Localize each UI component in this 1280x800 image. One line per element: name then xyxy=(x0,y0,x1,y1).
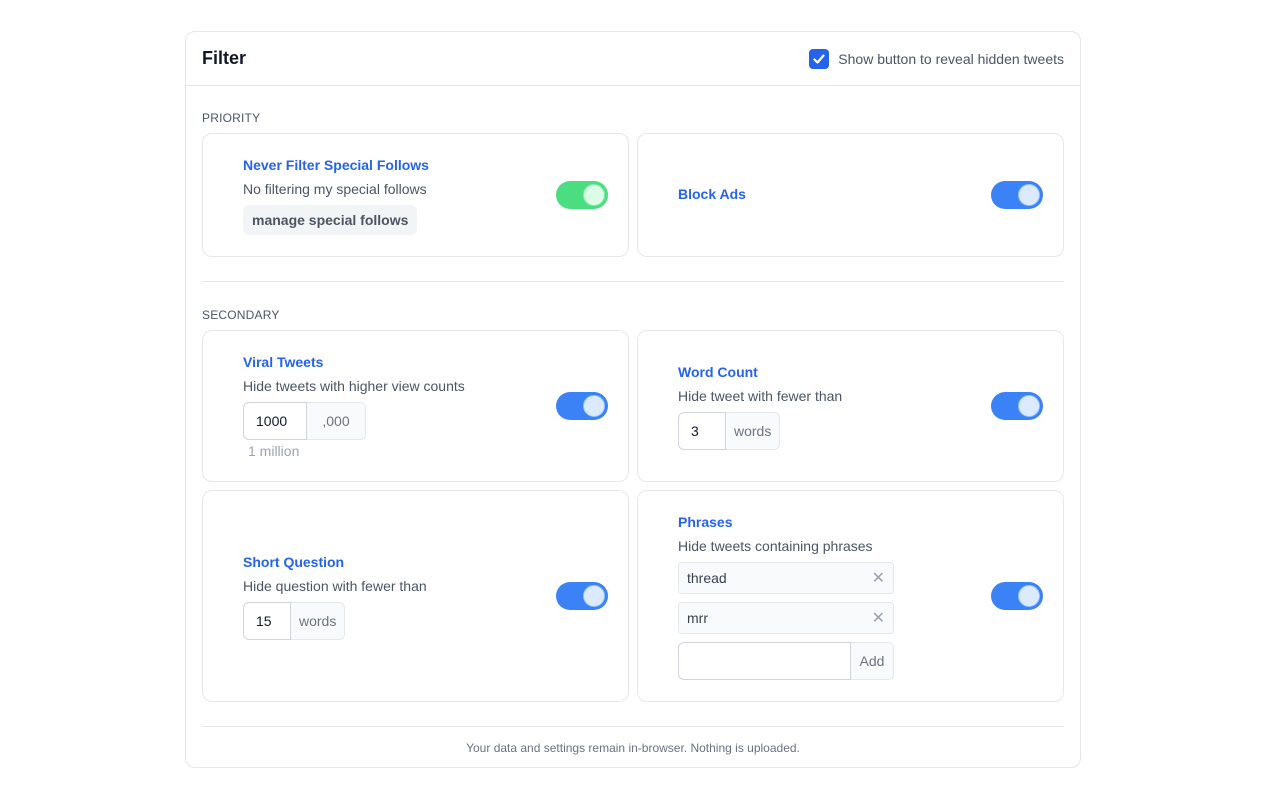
footer-divider xyxy=(202,726,1064,727)
block-ads-toggle[interactable] xyxy=(991,181,1043,209)
add-phrase-group: Add xyxy=(678,642,894,680)
phrase-text: thread xyxy=(687,570,727,586)
viral-tweets-hint: 1 million xyxy=(248,443,300,459)
manage-special-follows-button[interactable]: manage special follows xyxy=(243,205,418,235)
card-word-count: Word Count Hide tweet with fewer than 3 … xyxy=(637,330,1064,482)
special-follows-toggle[interactable] xyxy=(556,181,608,209)
reveal-hidden-tweets-option[interactable]: Show button to reveal hidden tweets xyxy=(809,48,1064,69)
new-phrase-input[interactable] xyxy=(678,642,851,680)
section-divider xyxy=(202,281,1064,282)
short-question-input-group: 15 words xyxy=(243,602,427,640)
short-question-input[interactable]: 15 xyxy=(243,602,291,640)
short-question-suffix: words xyxy=(291,602,346,640)
phrases-title: Phrases xyxy=(678,514,733,530)
add-phrase-button[interactable]: Add xyxy=(851,642,894,680)
phrases-description: Hide tweets containing phrases xyxy=(678,538,873,554)
word-count-input[interactable]: 3 xyxy=(678,412,726,450)
word-count-suffix: words xyxy=(726,412,781,450)
short-question-toggle[interactable] xyxy=(556,582,608,610)
viral-tweets-views-input[interactable]: 1000 xyxy=(243,402,307,440)
viral-tweets-title: Viral Tweets xyxy=(243,354,324,370)
card-special-follows: Never Filter Special Follows No filterin… xyxy=(202,133,629,257)
reveal-hidden-tweets-label: Show button to reveal hidden tweets xyxy=(838,50,1064,67)
short-question-title: Short Question xyxy=(243,554,345,570)
card-short-question: Short Question Hide question with fewer … xyxy=(202,490,629,702)
remove-phrase-icon[interactable]: ✕ xyxy=(872,568,885,588)
viral-tweets-toggle[interactable] xyxy=(556,392,608,420)
section-label-priority: PRIORITY xyxy=(202,111,261,125)
viral-tweets-suffix: ,000 xyxy=(307,402,366,440)
viral-tweets-description: Hide tweets with higher view counts xyxy=(243,378,465,394)
phrase-text: mrr xyxy=(687,610,708,626)
viral-tweets-input-group: 1000 ,000 xyxy=(243,402,465,440)
filter-panel: Filter Show button to reveal hidden twee… xyxy=(185,31,1081,768)
card-block-ads: Block Ads xyxy=(637,133,1064,257)
panel-header: Filter Show button to reveal hidden twee… xyxy=(186,32,1080,86)
special-follows-title: Never Filter Special Follows xyxy=(243,157,429,173)
page-title: Filter xyxy=(202,48,247,68)
special-follows-description: No filtering my special follows xyxy=(243,181,427,197)
word-count-title: Word Count xyxy=(678,364,758,380)
word-count-description: Hide tweet with fewer than xyxy=(678,388,843,404)
card-viral-tweets: Viral Tweets Hide tweets with higher vie… xyxy=(202,330,629,482)
word-count-toggle[interactable] xyxy=(991,392,1043,420)
toggle-knob xyxy=(1018,395,1040,417)
privacy-note: Your data and settings remain in-browser… xyxy=(466,741,800,755)
toggle-knob xyxy=(583,184,605,206)
reveal-hidden-tweets-checkbox[interactable] xyxy=(809,48,830,69)
phrase-item: mrr ✕ xyxy=(678,602,894,634)
word-count-input-group: 3 words xyxy=(678,412,842,450)
toggle-knob xyxy=(583,395,605,417)
remove-phrase-icon[interactable]: ✕ xyxy=(872,608,885,628)
short-question-description: Hide question with fewer than xyxy=(243,578,427,594)
phrase-item: thread ✕ xyxy=(678,562,894,594)
block-ads-title: Block Ads xyxy=(678,186,746,202)
section-label-secondary: SECONDARY xyxy=(202,308,280,322)
card-phrases: Phrases Hide tweets containing phrases t… xyxy=(637,490,1064,702)
toggle-knob xyxy=(583,585,605,607)
phrases-toggle[interactable] xyxy=(991,582,1043,610)
toggle-knob xyxy=(1018,184,1040,206)
check-icon xyxy=(813,53,825,64)
toggle-knob xyxy=(1018,585,1040,607)
